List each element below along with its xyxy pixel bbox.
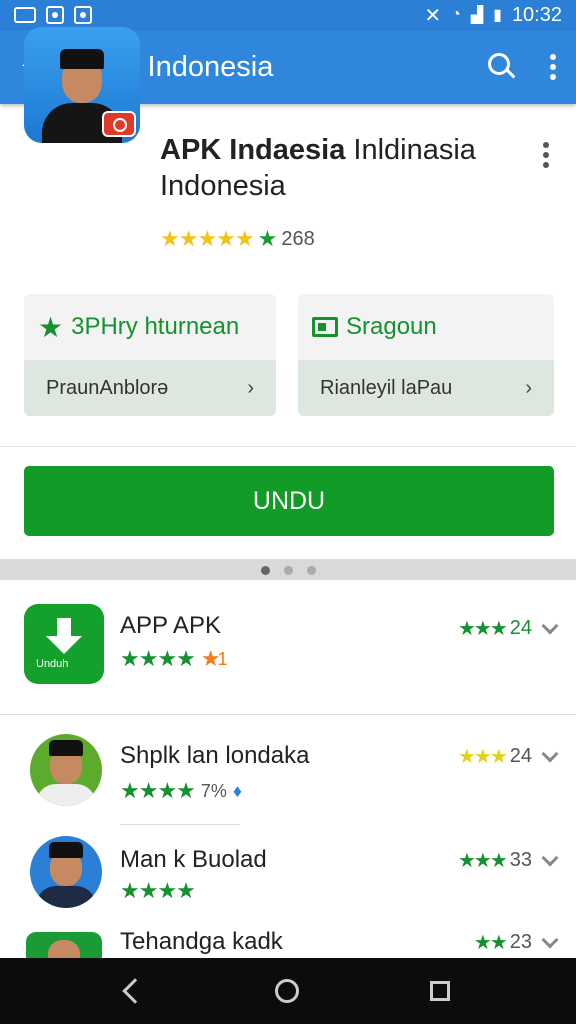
star-rating: ★★★★★ — [160, 226, 255, 251]
page-dot — [306, 565, 316, 575]
chevron-right-icon: › — [247, 376, 254, 399]
feature-panel-left[interactable]: ★ 3PHry hturnean PraunAnblorə › — [24, 294, 276, 416]
list-item-rating[interactable]: ★★★ 33 — [457, 848, 559, 873]
star-rating: ★★★★ — [120, 646, 196, 671]
list-item-stars: ★★★★ 7% ♦ — [120, 778, 242, 804]
search-icon[interactable] — [488, 53, 516, 81]
star-rating: ★★★ — [457, 618, 508, 640]
status-bar: ✕ ◔ ▟ ▮ 10:32 — [0, 0, 576, 30]
download-arrow-icon — [46, 618, 82, 658]
panel-left-title: 3PHry hturnean — [71, 313, 240, 340]
back-icon[interactable] — [121, 978, 148, 1004]
list-item-rating[interactable]: ★★★ 24 — [457, 616, 559, 641]
star-icon: ★ — [38, 311, 64, 343]
camera-badge-icon — [102, 111, 136, 137]
panel-right-title: Sragoun — [346, 313, 437, 340]
panel-right-subtitle: Rianleyil laPau — [320, 376, 453, 399]
avatar[interactable] — [30, 836, 102, 908]
clock: 10:32 — [511, 3, 562, 26]
rating-extra: 1 — [217, 648, 228, 669]
notification-icon — [14, 7, 36, 23]
recent-apps-icon[interactable] — [430, 981, 451, 1001]
chevron-down-icon[interactable] — [541, 849, 559, 866]
star-rating: ★★★★ — [120, 778, 196, 803]
panel-left-subtitle: PraunAnblorə — [46, 376, 169, 399]
camera-notification-icon — [46, 6, 64, 24]
divider — [0, 714, 576, 715]
feature-panel-right[interactable]: Sragoun Rianleyil laPau › — [298, 294, 554, 416]
star-rating: ★★★ — [457, 850, 508, 872]
verified-icon: ♦ — [232, 780, 242, 801]
list-item-stars: ★★★★ ★ 1 — [120, 646, 228, 672]
featured-rating: ★★★★★ ★ 268 — [160, 226, 315, 252]
signal-icon: ▟ — [470, 7, 484, 24]
featured-app-subtitle: Indonesia — [160, 170, 286, 202]
featured-app-title: APK Indaesia Inldinasia — [160, 134, 476, 166]
slideshow-icon — [312, 317, 338, 337]
divider — [0, 446, 576, 447]
chevron-down-icon[interactable] — [541, 931, 559, 948]
list-item-name[interactable]: Man k Buolad — [120, 846, 267, 874]
rating-value: 33 — [509, 849, 532, 871]
card-menu-icon[interactable] — [543, 142, 549, 168]
list-item-rating[interactable]: ★★★ 24 — [457, 744, 559, 769]
divider — [120, 824, 240, 825]
star-rating: ★★★ — [457, 746, 508, 768]
battery-icon: ▮ — [493, 7, 502, 24]
wifi-icon: ◔ — [451, 6, 461, 23]
page-dot — [283, 565, 293, 575]
icon-text: Unduh — [36, 658, 69, 670]
star-rating: ★★★★ — [120, 878, 196, 903]
rating-count: 268 — [281, 227, 315, 250]
home-button-icon[interactable] — [274, 979, 299, 1003]
rating-value: 24 — [509, 617, 532, 639]
system-nav-bar — [0, 958, 576, 1024]
page-indicator — [0, 560, 576, 580]
avatar[interactable] — [30, 734, 102, 806]
download-button[interactable]: UNDU — [24, 466, 554, 536]
page-dot-active — [260, 565, 270, 575]
rating-extra: 7% — [200, 780, 227, 801]
overflow-menu-icon[interactable] — [550, 54, 556, 80]
chevron-down-icon[interactable] — [541, 745, 559, 762]
chevron-right-icon: › — [525, 376, 532, 399]
list-item-name[interactable]: Tehandga kadk — [120, 928, 283, 956]
rating-value: 24 — [509, 745, 532, 767]
bluetooth-icon: ✕ — [424, 4, 442, 27]
rating-value: 23 — [509, 931, 532, 953]
list-item-name[interactable]: APP APK — [120, 612, 221, 640]
list-item-rating[interactable]: ★★ 23 — [473, 930, 559, 955]
chevron-down-icon[interactable] — [541, 617, 559, 634]
star-icon: ★ — [257, 226, 278, 251]
featured-app-icon[interactable] — [24, 27, 140, 143]
app-notification-icon — [74, 6, 92, 24]
list-item-stars: ★★★★ — [120, 878, 196, 904]
star-rating: ★★ — [473, 932, 508, 954]
list-item-name[interactable]: Shplk lan londaka — [120, 742, 309, 770]
download-app-icon[interactable]: Unduh — [24, 604, 104, 684]
